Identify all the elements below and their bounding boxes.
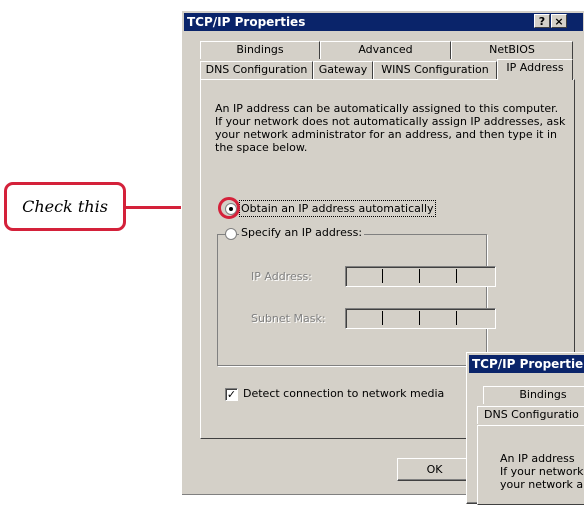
close-button[interactable]: × bbox=[551, 14, 567, 28]
obtain-ip-label[interactable]: Obtain an IP address automatically bbox=[239, 200, 436, 217]
window2-tab-bindings[interactable]: Bindings bbox=[483, 386, 584, 404]
description-line: If your network does not automatically a… bbox=[215, 115, 566, 128]
tab-label: Gateway bbox=[318, 63, 368, 76]
tab-label: Bindings bbox=[236, 43, 284, 56]
octet-separator bbox=[382, 269, 383, 283]
specify-ip-label[interactable]: Specify an IP address: bbox=[239, 226, 365, 239]
description-line: An IP address bbox=[500, 452, 575, 465]
description-text: An IP address can be automatically assig… bbox=[215, 102, 565, 154]
checkmark-icon: ✓ bbox=[226, 388, 237, 401]
window-titlebar: TCP/IP Properties bbox=[184, 13, 583, 31]
ok-button[interactable]: OK bbox=[397, 458, 472, 481]
tcpip-properties-window-2: TCP/IP Propertie Bindings DNS Configurat… bbox=[466, 352, 584, 505]
callout-check-this: Check this bbox=[4, 182, 126, 231]
tab-netbios[interactable]: NetBIOS bbox=[451, 41, 573, 59]
window2-tab-dns[interactable]: DNS Configuratio bbox=[477, 406, 584, 424]
tab-label: WINS Configuration bbox=[381, 63, 489, 76]
description-line: your network administrator for an addres… bbox=[215, 128, 558, 141]
octet-separator bbox=[456, 311, 457, 325]
ip-address-field[interactable] bbox=[345, 266, 496, 287]
tab-dns-configuration[interactable]: DNS Configuration bbox=[200, 61, 313, 79]
subnet-mask-label: Subnet Mask: bbox=[251, 312, 326, 325]
help-icon: ? bbox=[538, 15, 546, 28]
window2-panel: An IP address If your network your netwo… bbox=[477, 425, 584, 505]
ok-label: OK bbox=[426, 463, 443, 476]
tab-bindings[interactable]: Bindings bbox=[200, 41, 320, 59]
tab-wins-configuration[interactable]: WINS Configuration bbox=[373, 61, 497, 79]
close-icon: × bbox=[554, 15, 564, 28]
highlight-ring bbox=[218, 197, 240, 219]
specify-ip-groupbox bbox=[217, 234, 487, 366]
description-line: the space below. bbox=[215, 141, 308, 154]
help-button[interactable]: ? bbox=[534, 14, 550, 28]
callout-text: Check this bbox=[22, 197, 108, 216]
subnet-mask-field[interactable] bbox=[345, 308, 496, 329]
specify-ip-radio[interactable] bbox=[225, 228, 237, 240]
description-line: If your network bbox=[500, 465, 584, 478]
tab-label: DNS Configuratio bbox=[484, 408, 579, 421]
tab-label: DNS Configuration bbox=[205, 63, 308, 76]
detect-connection-checkbox[interactable]: ✓ bbox=[225, 388, 238, 401]
description-line: An IP address can be automatically assig… bbox=[215, 102, 559, 115]
window-title: TCP/IP Properties bbox=[187, 15, 306, 29]
window2-title: TCP/IP Propertie bbox=[472, 357, 584, 371]
tab-label: Bindings bbox=[519, 388, 567, 401]
window2-description: An IP address If your network your netwo… bbox=[500, 452, 584, 491]
tab-ip-address[interactable]: IP Address bbox=[497, 59, 573, 80]
tab-advanced[interactable]: Advanced bbox=[320, 41, 451, 59]
detect-connection-label[interactable]: Detect connection to network media bbox=[243, 387, 444, 400]
description-line: your network a bbox=[500, 478, 584, 491]
ip-address-label: IP Address: bbox=[251, 270, 312, 283]
tab-gateway[interactable]: Gateway bbox=[313, 61, 373, 79]
octet-separator bbox=[419, 269, 420, 283]
octet-separator bbox=[382, 311, 383, 325]
tab-label: Advanced bbox=[358, 43, 413, 56]
octet-separator bbox=[456, 269, 457, 283]
tab-label: NetBIOS bbox=[489, 43, 535, 56]
octet-separator bbox=[419, 311, 420, 325]
window2-titlebar: TCP/IP Propertie bbox=[469, 355, 584, 373]
tab-label: IP Address bbox=[506, 61, 564, 74]
